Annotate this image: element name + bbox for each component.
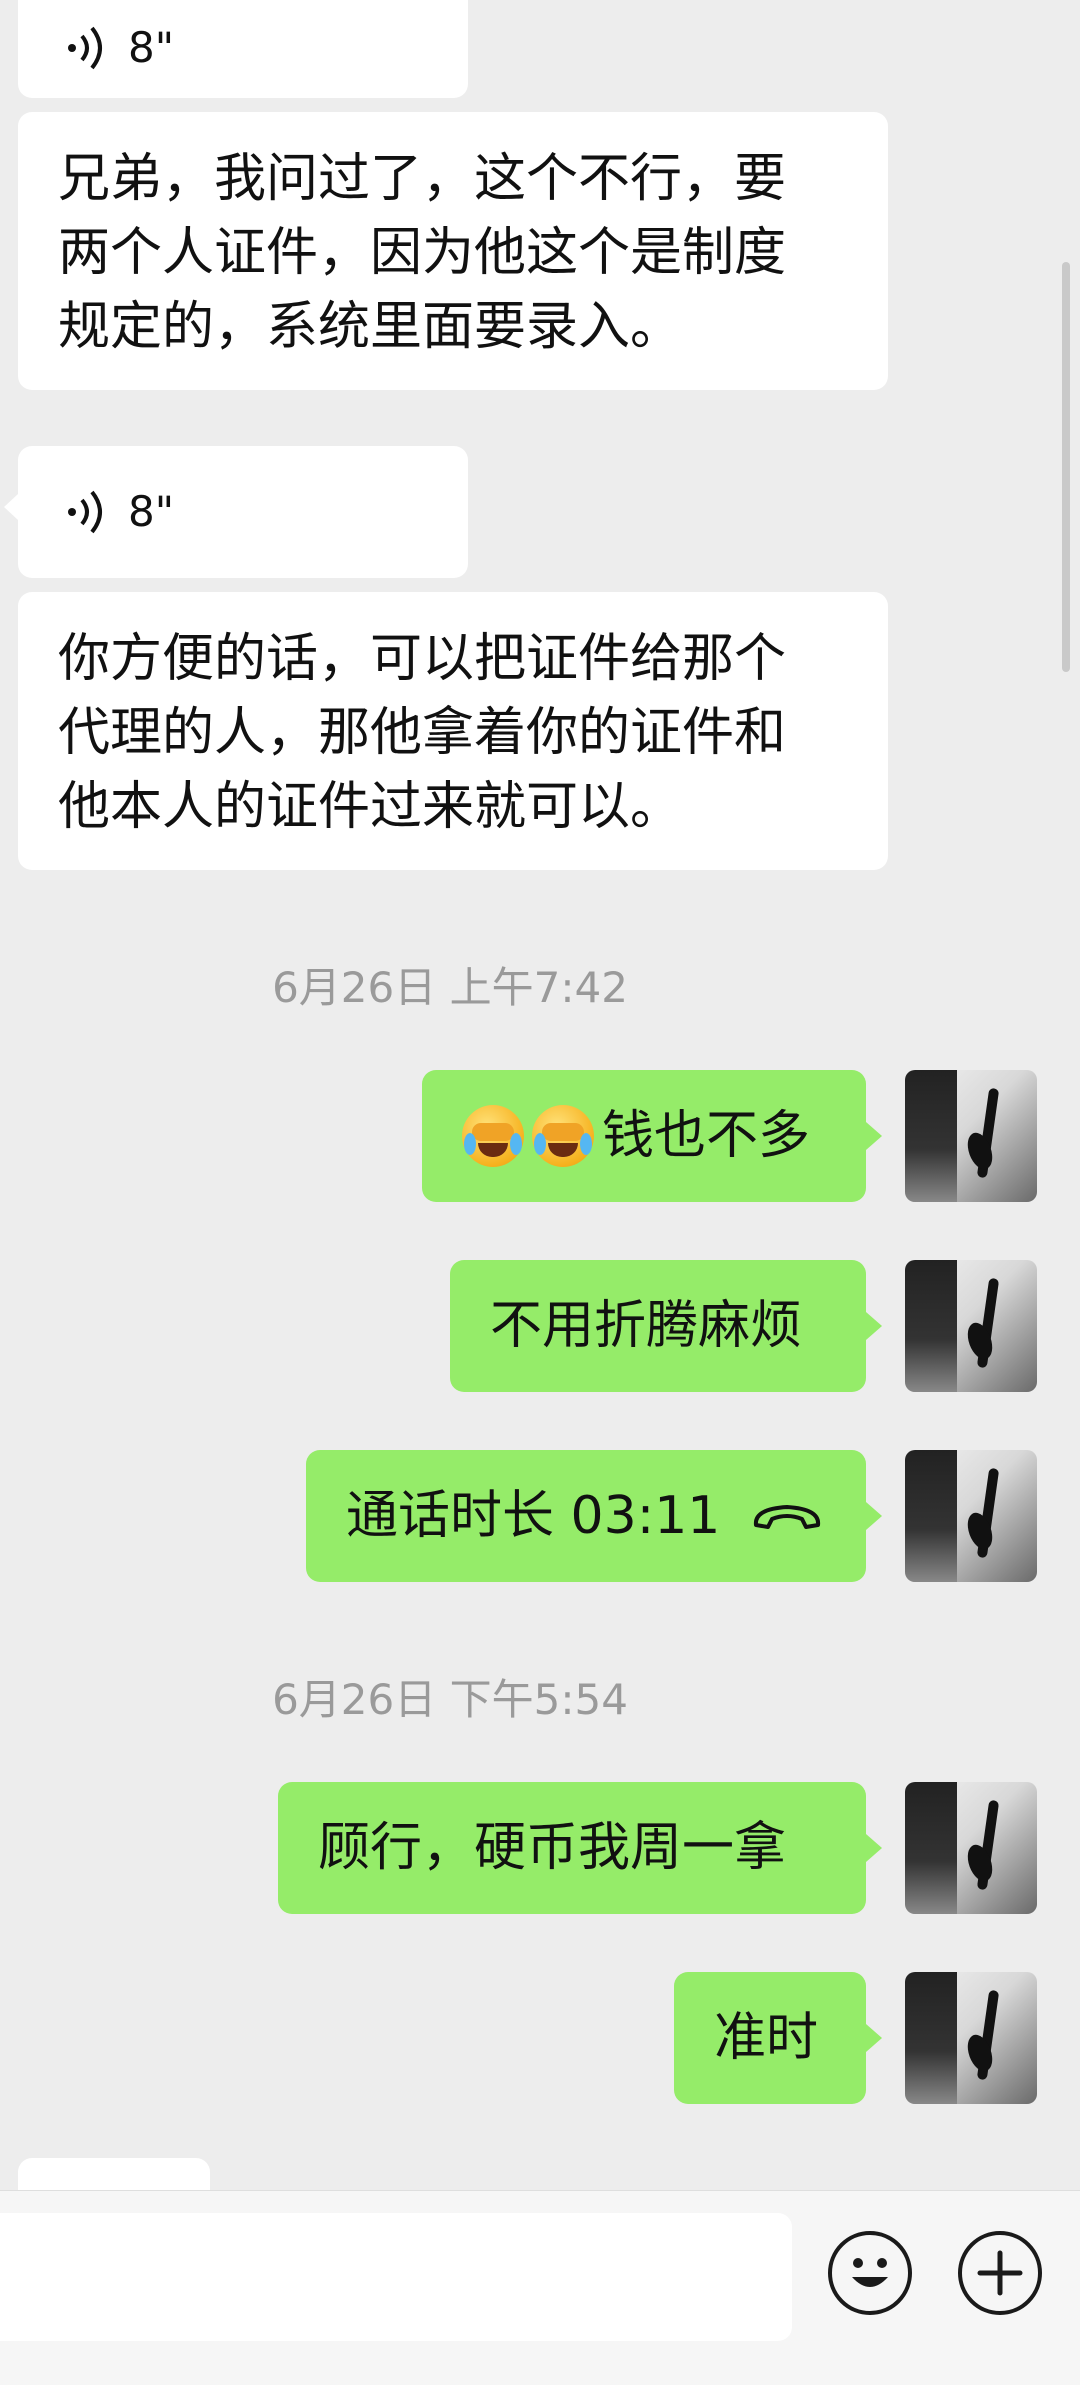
- message-text: 不用折腾麻烦: [490, 1296, 803, 1356]
- avatar[interactable]: [905, 1972, 1037, 2104]
- voice-wave-icon: [68, 26, 102, 70]
- avatar[interactable]: [905, 1260, 1037, 1392]
- outgoing-message[interactable]: 不用折腾麻烦: [450, 1260, 882, 1392]
- scrollbar[interactable]: [1062, 262, 1070, 672]
- input-bar: [0, 2190, 1080, 2385]
- call-record-message[interactable]: 通话时长 03:11: [306, 1450, 882, 1582]
- message-input[interactable]: [0, 2213, 792, 2341]
- incoming-message[interactable]: 你方便的话，可以把证件给那个 代理的人，那他拿着你的证件和 他本人的证件过来就可…: [18, 592, 888, 870]
- avatar[interactable]: [905, 1782, 1037, 1914]
- voice-message: 8": [66, 446, 174, 578]
- outgoing-message[interactable]: 准时: [674, 1972, 882, 2104]
- crying-face-emoji: [462, 1105, 524, 1167]
- message-text: 钱也不多: [602, 1106, 811, 1166]
- plus-icon[interactable]: [958, 2231, 1042, 2315]
- incoming-message[interactable]: 兄弟，我问过了，这个不行，要 两个人证件，因为他这个是制度 规定的，系统里面要录…: [18, 112, 888, 390]
- message-line: 兄弟，我问过了，这个不行，要: [58, 149, 787, 209]
- crying-face-emoji: [532, 1105, 594, 1167]
- message-line: 你方便的话，可以把证件给那个: [58, 629, 787, 689]
- outgoing-message[interactable]: 顾行，硬币我周一拿: [278, 1782, 882, 1914]
- message-text: 准时: [714, 2008, 819, 2068]
- outgoing-message[interactable]: 钱也不多: [422, 1070, 882, 1202]
- message-line: 代理的人，那他拿着你的证件和: [58, 703, 787, 763]
- message-line: 两个人证件，因为他这个是制度: [58, 223, 787, 283]
- voice-duration: 8": [128, 487, 175, 536]
- avatar[interactable]: [905, 1450, 1037, 1582]
- message-line: 他本人的证件过来就可以。: [58, 777, 683, 837]
- voice-message: 8": [66, 0, 174, 98]
- chat-area[interactable]: 8" 兄弟，我问过了，这个不行，要 两个人证件，因为他这个是制度 规定的，系统里…: [0, 0, 1080, 2190]
- incoming-message-partial: [18, 2158, 210, 2190]
- smiley-icon[interactable]: [828, 2231, 912, 2315]
- voice-duration: 8": [128, 23, 175, 72]
- voice-message-bubble[interactable]: 8": [18, 0, 468, 98]
- message-line: 规定的，系统里面要录入。: [58, 297, 683, 357]
- call-duration-text: 通话时长 03:11: [346, 1486, 721, 1546]
- avatar[interactable]: [905, 1070, 1037, 1202]
- voice-wave-icon: [68, 490, 102, 534]
- timestamp: 6月26日 上午7:42: [272, 963, 628, 1012]
- phone-hangup-icon: [754, 1505, 821, 1529]
- message-text: 顾行，硬币我周一拿: [318, 1818, 787, 1878]
- timestamp: 6月26日 下午5:54: [272, 1675, 628, 1724]
- voice-message-bubble[interactable]: 8": [4, 446, 468, 578]
